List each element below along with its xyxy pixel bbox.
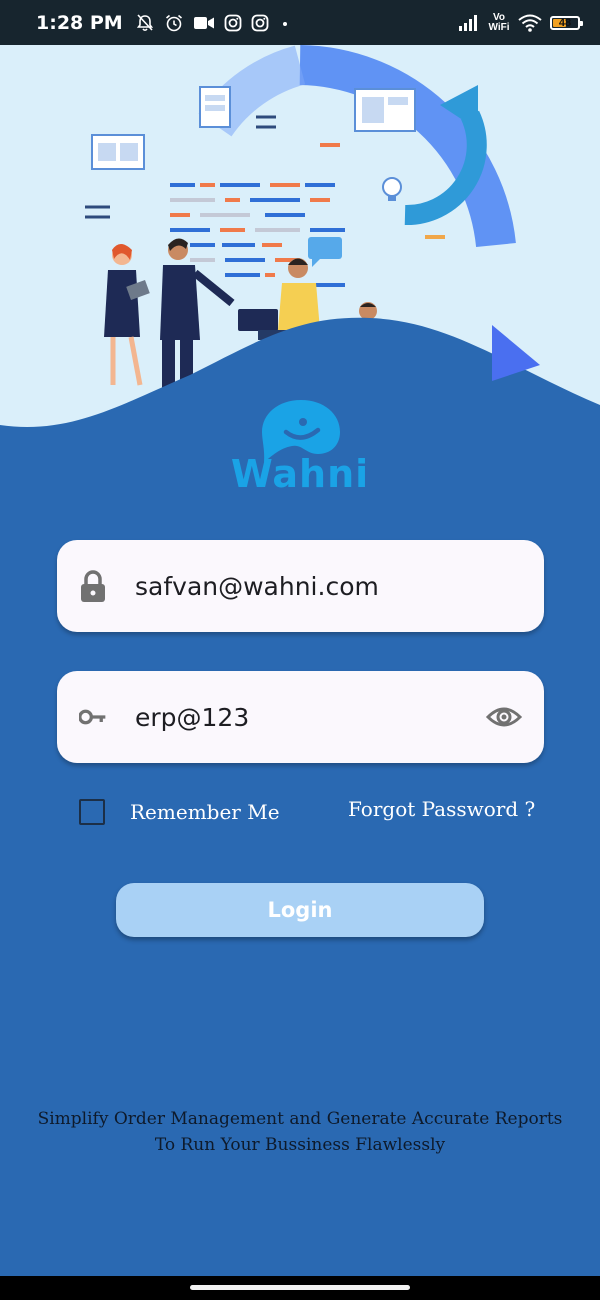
forgot-password-link[interactable]: Forgot Password ? [348,797,535,821]
notifications-off-icon [136,13,153,31]
email-input[interactable] [135,571,522,601]
team-illustration [0,45,600,445]
tagline-line-1: Simplify Order Management and Generate A… [37,1109,563,1129]
alarm-icon [165,14,182,31]
status-system-icons: Vo WiFi 48 [458,11,583,33]
status-notification-icons [135,13,292,33]
instagram-icon [251,14,269,31]
remember-row: Remember Me Forgot Password ? [0,796,600,836]
password-input[interactable] [135,702,478,732]
remember-me-checkbox[interactable] [79,799,105,825]
lock-icon [79,569,107,603]
status-time: 1:28 PM [36,11,123,34]
email-field[interactable] [57,540,544,632]
remember-me-label[interactable]: Remember Me [130,800,280,824]
brand-name: Wahni [230,452,370,496]
hero-illustration [0,45,600,445]
battery-icon: 48 [550,15,583,30]
login-button[interactable]: Login [116,883,484,937]
dot-icon [282,21,287,26]
volte-wifi-indicator: Vo WiFi [488,11,510,33]
navigation-bar [0,1276,600,1300]
video-camera-icon [193,16,214,29]
instagram-icon [224,14,242,31]
status-bar: 1:28 PM Vo WiFi 48 [0,0,600,45]
eye-icon[interactable] [486,703,522,731]
tagline-line-2: To Run Your Bussiness Flawlessly [154,1135,446,1155]
wifi-icon [518,14,542,32]
tagline: Simplify Order Management and Generate A… [0,1106,600,1158]
battery-level: 48 [558,16,572,29]
home-indicator[interactable] [190,1285,410,1290]
key-icon [79,700,107,734]
network-label-top: Vo [492,11,506,23]
network-label-bottom: WiFi [488,21,510,33]
signal-icon [459,14,477,31]
password-field[interactable] [57,671,544,763]
